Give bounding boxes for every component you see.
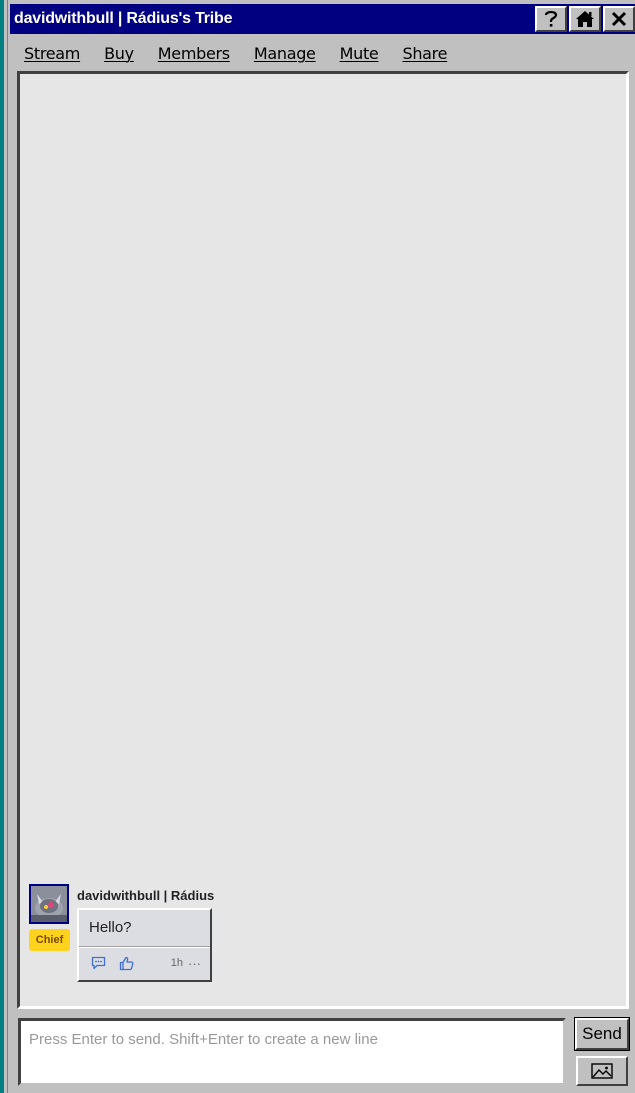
message-timestamp: 1h [170, 957, 183, 969]
bubble-divider [79, 946, 210, 948]
menu-mute[interactable]: Mute [340, 44, 379, 63]
menu-members[interactable]: Members [158, 44, 230, 63]
attach-image-button[interactable] [576, 1056, 628, 1086]
tribe-window: davidwithbull | Rádius's Tribe Stream Bu… [8, 0, 635, 1093]
message-stream[interactable]: Chief davidwithbull | Rádius Hello? 1h ·… [17, 71, 629, 1009]
chief-badge: Chief [29, 929, 70, 951]
avatar-image [31, 886, 67, 922]
menu-stream[interactable]: Stream [24, 44, 80, 63]
menu-buy[interactable]: Buy [104, 44, 134, 63]
window-title: davidwithbull | Rádius's Tribe [14, 10, 233, 27]
message-composer [18, 1018, 566, 1086]
title-bar[interactable]: davidwithbull | Rádius's Tribe [10, 4, 635, 34]
help-icon [544, 10, 558, 27]
home-button[interactable] [569, 6, 601, 32]
message-input[interactable] [21, 1021, 563, 1083]
help-button[interactable] [535, 6, 567, 32]
post-author[interactable]: davidwithbull | Rádius [77, 888, 214, 903]
comment-icon[interactable] [89, 954, 107, 972]
avatar[interactable] [29, 884, 69, 924]
like-icon[interactable] [117, 954, 135, 972]
message-actions: 1h ··· [89, 954, 201, 972]
message-text: Hello? [89, 919, 132, 936]
send-button[interactable]: Send [574, 1017, 630, 1051]
more-options-button[interactable]: ··· [188, 956, 201, 971]
home-icon [576, 11, 594, 27]
menu-manage[interactable]: Manage [254, 44, 316, 63]
menu-share[interactable]: Share [402, 44, 447, 63]
message-bubble: Hello? 1h ··· [77, 908, 212, 982]
close-button[interactable] [603, 6, 635, 32]
image-icon [591, 1063, 613, 1079]
menu-bar: Stream Buy Members Manage Mute Share [8, 38, 455, 68]
title-buttons [535, 6, 635, 32]
close-icon [611, 11, 627, 27]
